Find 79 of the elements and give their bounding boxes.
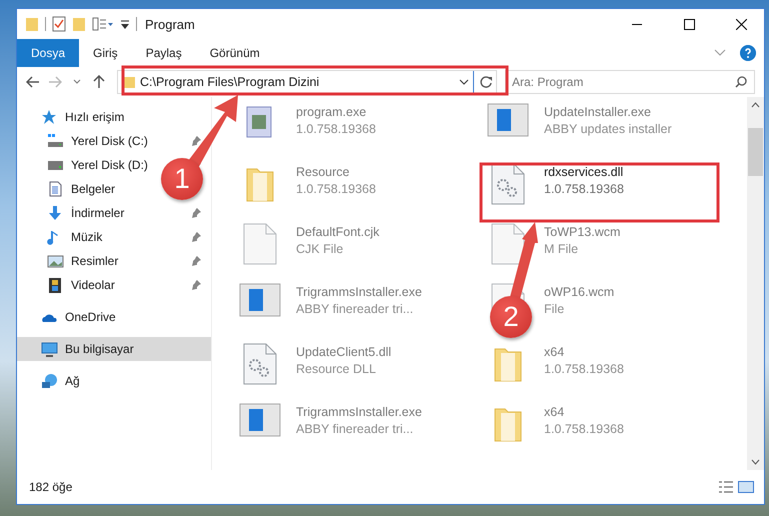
window-icon: [239, 403, 281, 437]
maximize-icon[interactable]: [684, 18, 694, 30]
sidebar-item[interactable]: Müzik: [17, 225, 211, 249]
sidebar-item[interactable]: Yerel Disk (C:): [17, 129, 211, 153]
ribbon-tab[interactable]: Dosya: [17, 39, 80, 67]
file-detail: 1.0.758.19368: [296, 122, 376, 136]
close-icon[interactable]: [736, 18, 746, 30]
document-icon: [243, 223, 277, 265]
sidebar-item[interactable]: OneDrive: [17, 305, 126, 329]
search-icon[interactable]: [735, 76, 747, 88]
ribbon-tab[interactable]: Paylaş: [132, 39, 196, 67]
star-icon: [41, 108, 58, 126]
window-icon: [239, 283, 281, 317]
sidebar-item[interactable]: Bu bilgisayar: [17, 337, 211, 361]
file-name[interactable]: DefaultFont.cjk: [296, 225, 380, 239]
pictures-icon: [47, 252, 64, 270]
file-name[interactable]: TrigrammsInstaller.exe: [296, 285, 422, 299]
item-count: 182 öğe: [29, 480, 72, 494]
window-icon: [487, 103, 529, 137]
file-detail: 1.0.758.19368: [544, 182, 624, 196]
gear-document-icon: [243, 343, 277, 385]
file-detail: File: [544, 302, 566, 316]
file-name[interactable]: UpdateInstaller.exe: [544, 105, 672, 119]
file-detail: ABBY finereader tri...: [296, 302, 414, 316]
pin-icon[interactable]: [191, 280, 201, 290]
file-detail: CJK File: [296, 242, 344, 256]
pin-icon[interactable]: [191, 232, 201, 242]
address-field[interactable]: C:\Program Files\Program Dizini: [117, 70, 497, 94]
file-name[interactable]: Resource: [296, 165, 376, 179]
file-name[interactable]: x64: [544, 405, 624, 419]
file-name[interactable]: TrigrammsInstaller.exe: [296, 405, 422, 419]
checklist-icon[interactable]: [52, 16, 66, 32]
ribbon-tab[interactable]: Görünüm: [196, 39, 274, 67]
window-title: Program: [145, 16, 195, 32]
download-icon: [47, 204, 64, 222]
computer-icon: [41, 340, 58, 358]
file-name[interactable]: program.exe: [296, 105, 376, 119]
up-arrow-icon[interactable]: [93, 75, 105, 89]
file-name[interactable]: x64: [544, 345, 624, 359]
file-detail: 1.0.758.19368: [544, 422, 624, 436]
ribbon-tab[interactable]: Giriş: [79, 39, 132, 67]
pin-icon[interactable]: [191, 256, 201, 266]
network-icon: [41, 372, 58, 390]
file-detail: ABBY finereader tri...: [296, 422, 414, 436]
scrollbar-thumb[interactable]: [748, 128, 763, 176]
file-name[interactable]: ToWP13.wcm: [544, 225, 620, 239]
file-name[interactable]: UpdateClient5.dll: [296, 345, 392, 359]
sidebar-item[interactable]: Resimler: [17, 249, 211, 273]
properties-icon[interactable]: [92, 16, 114, 32]
document-icon: [491, 223, 525, 265]
file-detail: 1.0.758.19368: [296, 182, 376, 196]
file-detail: Resource DLL: [296, 362, 377, 376]
gear-document-icon: [491, 163, 525, 205]
search-field[interactable]: Ara: Program: [505, 70, 755, 94]
address-path: C:\Program Files\Program Dizini: [140, 75, 320, 89]
sidebar-item[interactable]: Belgeler: [17, 177, 126, 201]
file-detail: ABBY updates installer: [544, 122, 672, 136]
file-name[interactable]: oWP16.wcm: [544, 285, 614, 299]
pin-icon[interactable]: [191, 136, 201, 146]
dropdown-icon[interactable]: [120, 18, 130, 30]
details-view-icon[interactable]: [718, 481, 734, 493]
pin-icon[interactable]: [191, 208, 201, 218]
scrollbar[interactable]: [747, 97, 764, 470]
chevron-down-icon[interactable]: [459, 78, 469, 86]
sidebar-item[interactable]: Hızlı erişim: [17, 105, 134, 129]
file-name[interactable]: rdxservices.dll: [544, 165, 624, 179]
scroll-up-icon[interactable]: [751, 102, 760, 108]
file-detail: M File: [544, 242, 580, 256]
docs-icon: [47, 180, 64, 198]
scroll-down-icon[interactable]: [751, 459, 760, 465]
sidebar-item[interactable]: Ağ: [17, 369, 90, 393]
large-icons-view-icon[interactable]: [738, 481, 754, 493]
sidebar-item[interactable]: İndirmeler: [17, 201, 211, 225]
help-icon[interactable]: [740, 45, 756, 61]
back-arrow-icon[interactable]: [26, 76, 40, 88]
drive-c-icon: [47, 132, 64, 150]
sidebar-item[interactable]: Videolar: [17, 273, 211, 297]
file-detail: 1.0.758.19368: [544, 362, 624, 376]
videos-icon: [47, 276, 64, 294]
